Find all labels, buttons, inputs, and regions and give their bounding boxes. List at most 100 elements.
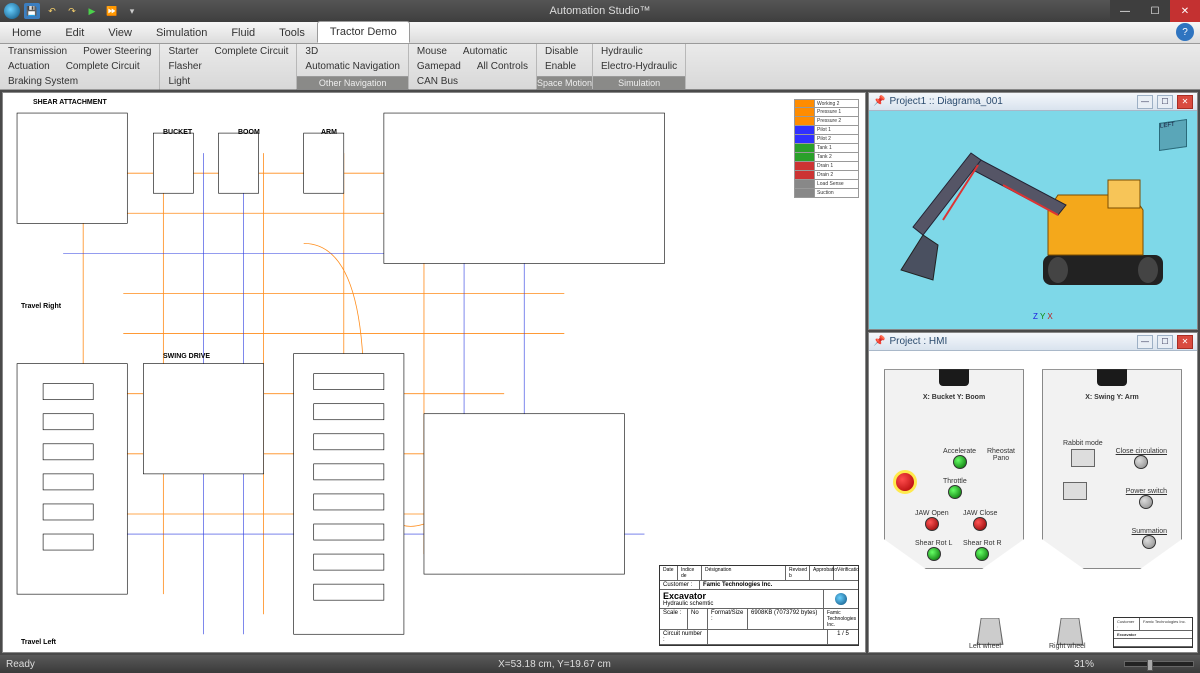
menu-view[interactable]: View	[96, 23, 144, 43]
rb-complete-circuit-h[interactable]: Complete Circuit	[58, 59, 148, 74]
workspace: SHEAR ATTACHMENT BUCKET BOOM ARM Travel …	[0, 90, 1200, 655]
qa-dropdown-icon[interactable]: ▾	[124, 3, 140, 19]
schematic-legend: Working 2Pressure 1Pressure 2Pilot 1Pilo…	[794, 99, 859, 198]
panel-3d-viewer: 📌 Project1 :: Diagrama_001 — ☐ ✕	[868, 92, 1198, 330]
rb-power-steering[interactable]: Power Steering	[75, 44, 159, 59]
menu-home[interactable]: Home	[0, 23, 53, 43]
title-bar: 💾 ↶ ↷ ▶ ⏩ ▾ Automation Studio™ — ☐ ✕	[0, 0, 1200, 22]
rb-3d[interactable]: 3D	[297, 44, 326, 59]
menu-edit[interactable]: Edit	[53, 23, 96, 43]
led-shear-r[interactable]	[975, 547, 989, 561]
status-bar: Ready X=53.18 cm, Y=19.67 cm 31%	[0, 655, 1200, 673]
led-accelerate[interactable]	[953, 455, 967, 469]
help-icon[interactable]: ?	[1176, 23, 1194, 41]
led-power[interactable]	[1139, 495, 1153, 509]
panel-3d-max-button[interactable]: ☐	[1157, 95, 1173, 109]
joystick-right[interactable]	[1097, 356, 1127, 386]
panel-hmi-title: Project : HMI	[889, 336, 947, 347]
rg-label-other: Other Navigation	[297, 76, 408, 89]
led-jaw-open[interactable]	[925, 517, 939, 531]
panel-hmi: 📌 Project : HMI — ☐ ✕ X: Bucket Y: Boom …	[868, 332, 1198, 653]
label-shear: SHEAR ATTACHMENT	[33, 99, 107, 106]
rb-starter[interactable]: Starter	[160, 44, 206, 59]
rb-flasher[interactable]: Flasher	[160, 59, 209, 74]
joystick-panel-left: X: Bucket Y: Boom Accelerate Rheostat Pa…	[884, 369, 1024, 569]
hmi-titleblock: Customer :Famic Technologies Inc. Excava…	[1113, 617, 1193, 648]
label-travel-right: Travel Right	[21, 303, 61, 310]
led-throttle[interactable]	[948, 485, 962, 499]
menu-tools[interactable]: Tools	[267, 23, 317, 43]
status-coords: X=53.18 cm, Y=19.67 cm	[498, 659, 611, 670]
pedal-left-label: Left wheel	[969, 643, 1001, 650]
rg-label-space: Space Motion	[537, 76, 592, 89]
pedal-right[interactable]	[1057, 618, 1084, 645]
led-jaw-close[interactable]	[973, 517, 987, 531]
rb-canbus[interactable]: CAN Bus	[409, 74, 466, 89]
hmi-canvas[interactable]: X: Bucket Y: Boom Accelerate Rheostat Pa…	[869, 351, 1197, 652]
rb-braking[interactable]: Braking System	[0, 74, 86, 89]
rb-electro[interactable]: Electro-Hydraulic	[593, 59, 685, 74]
joystick-panel-right: X: Swing Y: Arm Rabbit mode Close circul…	[1042, 369, 1182, 569]
qa-step-icon[interactable]: ⏩	[104, 3, 120, 19]
rb-light[interactable]: Light	[160, 74, 198, 89]
view-cube[interactable]: LEFT	[1159, 119, 1187, 151]
panel-hmi-pin-icon[interactable]: 📌	[873, 336, 885, 347]
qa-undo-icon[interactable]: ↶	[44, 3, 60, 19]
label-arm: ARM	[321, 129, 337, 136]
joystick-left[interactable]	[939, 356, 969, 386]
excavator-3d-model[interactable]	[883, 125, 1183, 315]
led-close-circ[interactable]	[1134, 455, 1148, 469]
menu-fluid[interactable]: Fluid	[219, 23, 267, 43]
rb-mouse[interactable]: Mouse	[409, 44, 455, 59]
rb-all-controls[interactable]: All Controls	[469, 59, 536, 74]
panel-3d-close-button[interactable]: ✕	[1177, 95, 1193, 109]
titleblock: Date Indice de Désignation Revised b App…	[659, 565, 859, 646]
label-swing: SWING DRIVE	[163, 353, 210, 360]
axis-gizmo: Z Y X	[1033, 312, 1053, 321]
panel-3d-min-button[interactable]: —	[1137, 95, 1153, 109]
menu-simulation[interactable]: Simulation	[144, 23, 219, 43]
qa-save-icon[interactable]: 💾	[24, 3, 40, 19]
schematic-panel[interactable]: SHEAR ATTACHMENT BUCKET BOOM ARM Travel …	[2, 92, 866, 653]
panel-hmi-max-button[interactable]: ☐	[1157, 335, 1173, 349]
viewport-3d[interactable]: Z Y X LEFT	[869, 111, 1197, 329]
rb-automatic[interactable]: Automatic	[455, 44, 515, 59]
rg-label-sim: Simulation	[593, 76, 685, 89]
window-close-button[interactable]: ✕	[1170, 0, 1200, 22]
pedal-left[interactable]	[977, 618, 1004, 645]
rb-actuation[interactable]: Actuation	[0, 59, 58, 74]
app-logo-icon	[4, 3, 20, 19]
rb-disable[interactable]: Disable	[537, 44, 586, 59]
panel-hmi-min-button[interactable]: —	[1137, 335, 1153, 349]
menu-bar: Home Edit View Simulation Fluid Tools Tr…	[0, 22, 1200, 44]
rb-auto-nav[interactable]: Automatic Navigation	[297, 59, 408, 74]
label-bucket: BUCKET	[163, 129, 192, 136]
rb-enable[interactable]: Enable	[537, 59, 584, 74]
qa-play-icon[interactable]: ▶	[84, 3, 100, 19]
app-title: Automation Studio™	[550, 5, 651, 17]
window-minimize-button[interactable]: —	[1110, 0, 1140, 22]
status-zoom: 31%	[1074, 659, 1094, 670]
qa-redo-icon[interactable]: ↷	[64, 3, 80, 19]
rb-complete-circuit-e[interactable]: Complete Circuit	[206, 44, 296, 59]
rb-transmission[interactable]: Transmission	[0, 44, 75, 59]
rb-hydraulic[interactable]: Hydraulic	[593, 44, 651, 59]
rb-gamepad[interactable]: Gamepad	[409, 59, 469, 74]
status-ready: Ready	[6, 659, 35, 670]
switch-rabbit[interactable]	[1071, 449, 1095, 467]
panel-3d-title: Project1 :: Diagrama_001	[889, 96, 1002, 107]
menu-tractor-demo[interactable]: Tractor Demo	[317, 21, 410, 43]
zoom-slider[interactable]	[1124, 661, 1194, 667]
joy-right-title: X: Swing Y: Arm	[1043, 394, 1181, 401]
led-shear-l[interactable]	[927, 547, 941, 561]
ribbon: TransmissionPower Steering ActuationComp…	[0, 44, 1200, 90]
joy-left-title: X: Bucket Y: Boom	[885, 394, 1023, 401]
panel-3d-pin-icon[interactable]: 📌	[873, 96, 885, 107]
window-maximize-button[interactable]: ☐	[1140, 0, 1170, 22]
emergency-stop-button[interactable]	[893, 470, 917, 494]
icon-pane	[1063, 482, 1087, 500]
label-travel-left: Travel Left	[21, 639, 56, 646]
pedal-right-label: Right wheel	[1049, 643, 1086, 650]
panel-hmi-close-button[interactable]: ✕	[1177, 335, 1193, 349]
led-summation[interactable]	[1142, 535, 1156, 549]
